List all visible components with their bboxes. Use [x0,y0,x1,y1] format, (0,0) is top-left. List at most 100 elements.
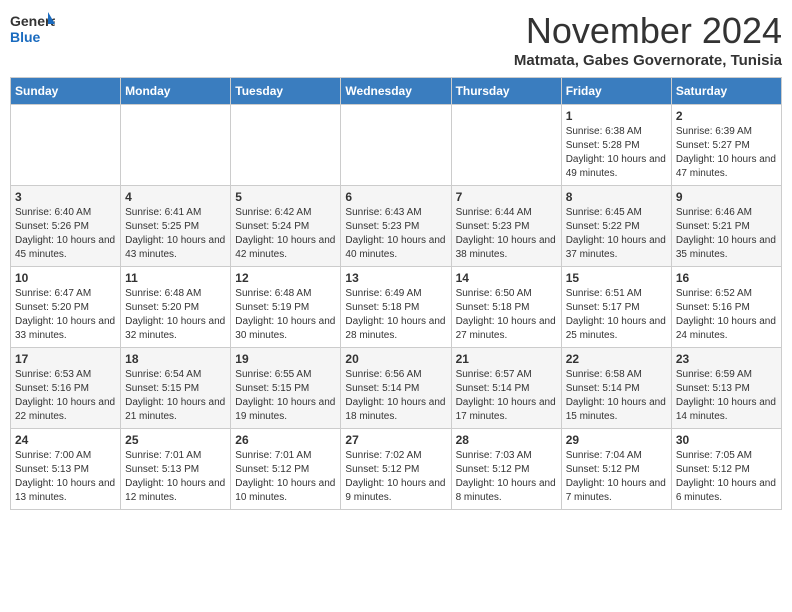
calendar-cell: 23 Sunrise: 6:59 AMSunset: 5:13 PMDayligh… [671,348,781,429]
day-info: Sunrise: 6:43 AMSunset: 5:23 PMDaylight:… [345,206,446,262]
day-number: 13 [345,271,446,285]
day-number: 22 [566,352,667,366]
calendar-cell: 24 Sunrise: 7:00 AMSunset: 5:13 PMDayligh… [11,429,121,510]
day-number: 3 [15,190,116,204]
calendar-cell: 21 Sunrise: 6:57 AMSunset: 5:14 PMDayligh… [451,348,561,429]
day-info: Sunrise: 7:00 AMSunset: 5:13 PMDaylight:… [15,449,116,505]
day-number: 16 [676,271,777,285]
calendar-cell: 14 Sunrise: 6:50 AMSunset: 5:18 PMDayligh… [451,267,561,348]
day-number: 2 [676,109,777,123]
day-info: Sunrise: 6:40 AMSunset: 5:26 PMDaylight:… [15,206,116,262]
calendar-cell: 16 Sunrise: 6:52 AMSunset: 5:16 PMDayligh… [671,267,781,348]
day-info: Sunrise: 6:44 AMSunset: 5:23 PMDaylight:… [456,206,557,262]
calendar-cell [341,105,451,186]
day-number: 12 [235,271,336,285]
day-info: Sunrise: 6:59 AMSunset: 5:13 PMDaylight:… [676,368,777,424]
day-number: 26 [235,433,336,447]
calendar-table: SundayMondayTuesdayWednesdayThursdayFrid… [10,77,782,510]
day-number: 18 [125,352,226,366]
day-info: Sunrise: 6:52 AMSunset: 5:16 PMDaylight:… [676,287,777,343]
day-number: 27 [345,433,446,447]
day-info: Sunrise: 6:51 AMSunset: 5:17 PMDaylight:… [566,287,667,343]
day-info: Sunrise: 6:38 AMSunset: 5:28 PMDaylight:… [566,125,667,181]
calendar-cell: 29 Sunrise: 7:04 AMSunset: 5:12 PMDayligh… [561,429,671,510]
calendar-cell [231,105,341,186]
logo: General Blue [10,10,55,50]
day-info: Sunrise: 7:02 AMSunset: 5:12 PMDaylight:… [345,449,446,505]
day-number: 5 [235,190,336,204]
day-number: 30 [676,433,777,447]
day-info: Sunrise: 6:46 AMSunset: 5:21 PMDaylight:… [676,206,777,262]
day-info: Sunrise: 6:45 AMSunset: 5:22 PMDaylight:… [566,206,667,262]
calendar-cell [451,105,561,186]
day-info: Sunrise: 6:57 AMSunset: 5:14 PMDaylight:… [456,368,557,424]
weekday-header-thursday: Thursday [451,78,561,105]
day-info: Sunrise: 6:49 AMSunset: 5:18 PMDaylight:… [345,287,446,343]
day-number: 1 [566,109,667,123]
weekday-header-monday: Monday [121,78,231,105]
day-number: 9 [676,190,777,204]
day-info: Sunrise: 6:41 AMSunset: 5:25 PMDaylight:… [125,206,226,262]
calendar-week-row-1: 1 Sunrise: 6:38 AMSunset: 5:28 PMDaylight… [11,105,782,186]
calendar-cell: 19Sunrise: 6:55 AMSunset: 5:15 PMDayligh… [231,348,341,429]
calendar-cell: 15 Sunrise: 6:51 AMSunset: 5:17 PMDayligh… [561,267,671,348]
weekday-header-row: SundayMondayTuesdayWednesdayThursdayFrid… [11,78,782,105]
month-title: November 2024 [514,10,782,52]
day-info: Sunrise: 6:48 AMSunset: 5:19 PMDaylight:… [235,287,336,343]
calendar-cell: 18 Sunrise: 6:54 AMSunset: 5:15 PMDayligh… [121,348,231,429]
day-info: Sunrise: 6:54 AMSunset: 5:15 PMDaylight:… [125,368,226,424]
calendar-cell: 5Sunrise: 6:42 AMSunset: 5:24 PMDaylight… [231,186,341,267]
calendar-cell [121,105,231,186]
page-header: General Blue November 2024 Matmata, Gabe… [10,10,782,69]
calendar-cell: 4 Sunrise: 6:41 AMSunset: 5:25 PMDaylight… [121,186,231,267]
day-number: 29 [566,433,667,447]
calendar-cell: 7Sunrise: 6:44 AMSunset: 5:23 PMDaylight… [451,186,561,267]
calendar-cell [11,105,121,186]
day-number: 14 [456,271,557,285]
day-info: Sunrise: 7:04 AMSunset: 5:12 PMDaylight:… [566,449,667,505]
calendar-cell: 2Sunrise: 6:39 AMSunset: 5:27 PMDaylight… [671,105,781,186]
calendar-cell: 12 Sunrise: 6:48 AMSunset: 5:19 PMDayligh… [231,267,341,348]
calendar-cell: 8 Sunrise: 6:45 AMSunset: 5:22 PMDaylight… [561,186,671,267]
day-info: Sunrise: 7:05 AMSunset: 5:12 PMDaylight:… [676,449,777,505]
day-info: Sunrise: 6:48 AMSunset: 5:20 PMDaylight:… [125,287,226,343]
calendar-cell: 9 Sunrise: 6:46 AMSunset: 5:21 PMDaylight… [671,186,781,267]
day-number: 15 [566,271,667,285]
day-number: 24 [15,433,116,447]
calendar-cell: 20Sunrise: 6:56 AMSunset: 5:14 PMDayligh… [341,348,451,429]
day-number: 10 [15,271,116,285]
weekday-header-tuesday: Tuesday [231,78,341,105]
calendar-cell: 28Sunrise: 7:03 AMSunset: 5:12 PMDayligh… [451,429,561,510]
calendar-cell: 27 Sunrise: 7:02 AMSunset: 5:12 PMDayligh… [341,429,451,510]
weekday-header-friday: Friday [561,78,671,105]
day-info: Sunrise: 7:01 AMSunset: 5:12 PMDaylight:… [235,449,336,505]
calendar-cell: 10 Sunrise: 6:47 AMSunset: 5:20 PMDayligh… [11,267,121,348]
day-number: 21 [456,352,557,366]
logo-svg: General Blue [10,10,55,50]
calendar-week-row-2: 3 Sunrise: 6:40 AMSunset: 5:26 PMDaylight… [11,186,782,267]
weekday-header-saturday: Saturday [671,78,781,105]
day-number: 28 [456,433,557,447]
weekday-header-sunday: Sunday [11,78,121,105]
day-number: 8 [566,190,667,204]
calendar-cell: 30 Sunrise: 7:05 AMSunset: 5:12 PMDayligh… [671,429,781,510]
day-info: Sunrise: 6:55 AMSunset: 5:15 PMDaylight:… [235,368,336,424]
calendar-cell: 25 Sunrise: 7:01 AMSunset: 5:13 PMDayligh… [121,429,231,510]
calendar-cell: 26 Sunrise: 7:01 AMSunset: 5:12 PMDayligh… [231,429,341,510]
weekday-header-wednesday: Wednesday [341,78,451,105]
calendar-cell: 1 Sunrise: 6:38 AMSunset: 5:28 PMDaylight… [561,105,671,186]
calendar-cell: 11Sunrise: 6:48 AMSunset: 5:20 PMDayligh… [121,267,231,348]
day-number: 6 [345,190,446,204]
calendar-week-row-5: 24 Sunrise: 7:00 AMSunset: 5:13 PMDayligh… [11,429,782,510]
day-number: 20 [345,352,446,366]
title-section: November 2024 Matmata, Gabes Governorate… [514,10,782,69]
day-info: Sunrise: 6:58 AMSunset: 5:14 PMDaylight:… [566,368,667,424]
day-number: 23 [676,352,777,366]
calendar-cell: 3 Sunrise: 6:40 AMSunset: 5:26 PMDaylight… [11,186,121,267]
calendar-week-row-3: 10 Sunrise: 6:47 AMSunset: 5:20 PMDayligh… [11,267,782,348]
day-number: 25 [125,433,226,447]
day-info: Sunrise: 7:01 AMSunset: 5:13 PMDaylight:… [125,449,226,505]
day-info: Sunrise: 6:50 AMSunset: 5:18 PMDaylight:… [456,287,557,343]
day-info: Sunrise: 6:47 AMSunset: 5:20 PMDaylight:… [15,287,116,343]
day-number: 4 [125,190,226,204]
